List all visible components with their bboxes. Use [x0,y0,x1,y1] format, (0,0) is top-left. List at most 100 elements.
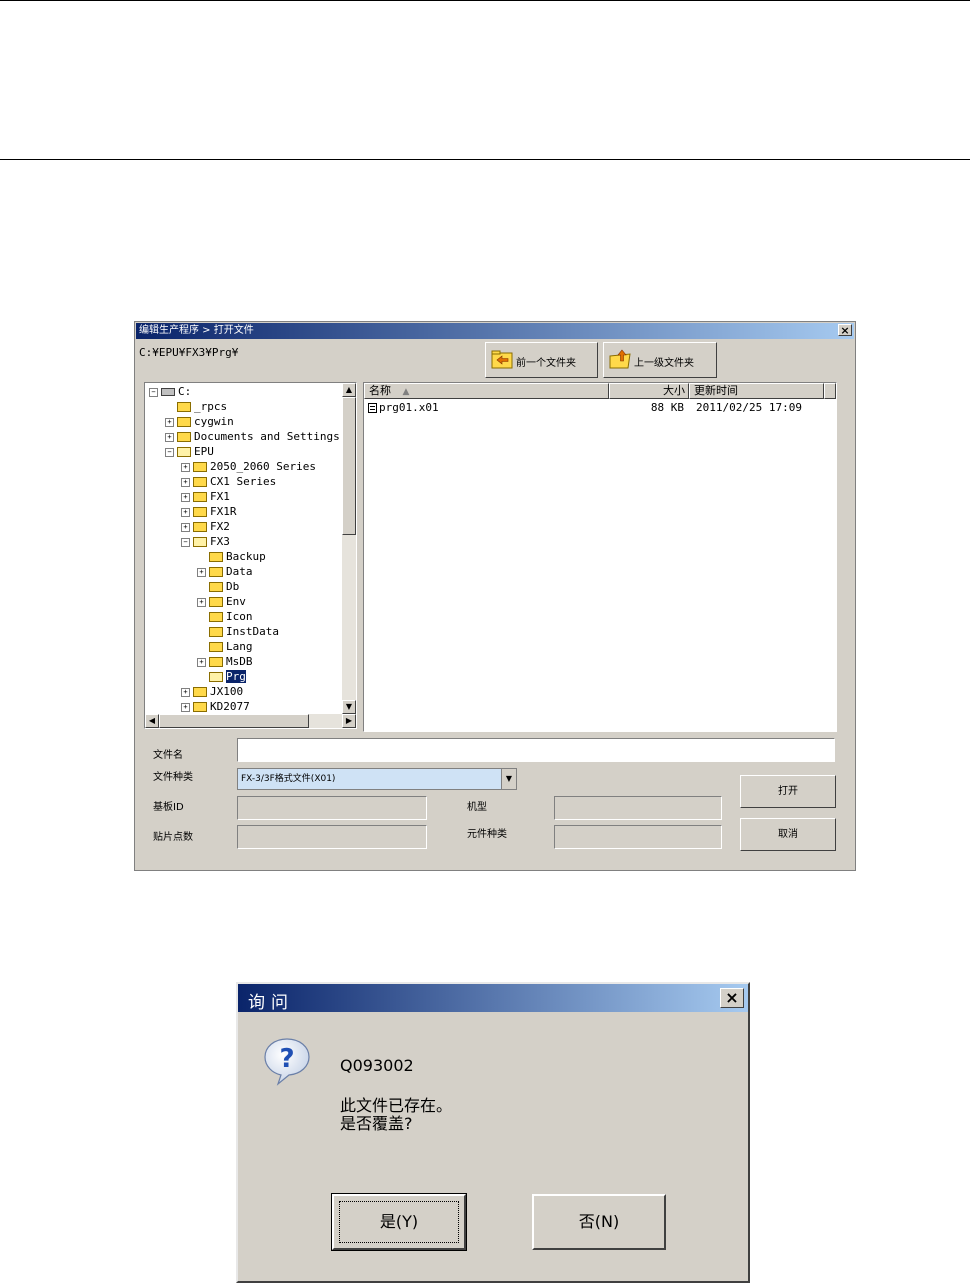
column-name-header[interactable]: 名称 ▲ [364,383,609,399]
board-id-label: 基板ID [153,802,184,813]
mount-count-label: 贴片点数 [153,832,193,843]
tree-node-label: CX1 Series [210,475,277,488]
open-button[interactable]: 打开 [740,775,836,808]
open-folder-icon [209,672,223,682]
drive-icon [161,388,175,396]
column-modified-header[interactable]: 更新时间 [689,383,824,399]
expand-icon[interactable]: + [165,433,174,442]
folder-icon [193,687,207,697]
message-code: Q093002 [340,1056,414,1075]
tree-node-label: MsDB [226,655,253,668]
collapse-icon[interactable]: − [165,448,174,457]
no-button-label: 否(N) [578,1212,620,1231]
filetype-value: FX-3/3F格式文件(X01) [241,774,336,784]
folder-icon [193,522,207,532]
expand-icon[interactable]: + [181,478,190,487]
folder-icon [209,567,223,577]
chevron-down-icon[interactable]: ▼ [501,769,516,789]
expand-icon[interactable]: + [181,463,190,472]
cancel-button[interactable]: 取消 [740,818,836,851]
file-list[interactable]: 名称 ▲ 大小 更新时间 prg01.x01 88 KB 2011/02/25 … [363,382,837,732]
top-rule [0,0,970,1]
tree-node-label: Icon [226,610,253,623]
expand-icon[interactable]: + [165,418,174,427]
expand-icon[interactable]: + [197,568,206,577]
header-rule [0,159,970,160]
open-folder-icon [177,447,191,457]
sort-ascending-icon: ▲ [402,387,410,397]
board-id-field [237,796,427,820]
tree-horizontal-scrollbar[interactable]: ◀ ▶ [145,714,356,728]
confirm-dialog-close-button[interactable]: × [720,988,744,1008]
tree-node-label: JX100 [210,685,244,698]
scroll-down-arrow[interactable]: ▼ [342,700,356,714]
scroll-up-arrow[interactable]: ▲ [342,383,356,397]
yes-button[interactable]: 是(Y) [331,1193,467,1251]
folder-icon [193,702,207,712]
column-size-header[interactable]: 大小 [609,383,689,399]
expand-icon[interactable]: + [181,508,190,517]
file-size: 88 KB [650,401,684,414]
column-size-label: 大小 [663,384,685,397]
collapse-icon[interactable]: − [149,388,158,397]
tree-node-label: FX3 [210,535,230,548]
confirm-dialog: 询问 × ? Q093002 此文件已存在。 是否覆盖? 是(Y) 否(N) [236,982,750,1283]
file-icon [368,403,377,413]
tree-node-label: Lang [226,640,253,653]
tree-scroll-thumb[interactable] [342,397,356,535]
tree-node-label: cygwin [194,415,234,428]
tree-node-label: FX1R [210,505,237,518]
no-button[interactable]: 否(N) [532,1194,666,1250]
expand-icon[interactable]: + [181,688,190,697]
filename-label: 文件名 [153,750,183,761]
tree-vertical-scrollbar[interactable]: ▲ ▼ [342,383,356,714]
tree-node-label: EPU [194,445,214,458]
folder-icon [209,642,223,652]
collapse-icon[interactable]: − [181,538,190,547]
tree-node-label: Documents and Settings [194,430,340,443]
folder-icon [209,597,223,607]
model-field [554,796,722,820]
folder-tree[interactable]: − C: _rpcs + cygwin + Documents and Settings − E… [144,382,357,729]
file-row[interactable]: prg01.x01 88 KB 2011/02/25 17:09 [366,401,834,415]
tree-node-label: FX2 [210,520,230,533]
tree-node-label: 2050_2060 Series [210,460,316,473]
back-folder-label: 前一个文件夹 [516,358,576,369]
scroll-left-arrow[interactable]: ◀ [145,714,159,728]
expand-icon[interactable]: + [181,523,190,532]
tree-node-label: _rpcs [194,400,228,413]
back-folder-button[interactable]: 前一个文件夹 [485,342,598,378]
confirm-dialog-title: 询问 [248,993,294,1013]
column-filler-header [824,383,836,399]
up-folder-icon [609,349,631,369]
open-file-dialog: 编辑生产程序 > 打开文件 × C:¥EPU¥FX3¥Prg¥ 前一个文件夹 上… [134,321,856,871]
file-modified: 2011/02/25 17:09 [696,401,802,414]
column-name-label: 名称 [369,384,391,397]
folder-icon [209,552,223,562]
open-dialog-titlebar: 编辑生产程序 > 打开文件 × [136,323,854,339]
tree-node-label: Env [226,595,246,608]
tree-hscroll-thumb[interactable] [159,714,309,728]
folder-icon [209,582,223,592]
folder-icon [177,402,191,412]
up-folder-label: 上一级文件夹 [634,358,694,369]
expand-icon[interactable]: + [197,658,206,667]
current-path: C:¥EPU¥FX3¥Prg¥ [139,346,239,359]
tree-node-label: Data [226,565,253,578]
folder-icon [193,477,207,487]
expand-icon[interactable]: + [181,703,190,712]
open-dialog-close-button[interactable]: × [838,324,852,336]
filetype-select[interactable]: FX-3/3F格式文件(X01) ▼ [237,768,517,790]
open-dialog-title: 编辑生产程序 > 打开文件 [139,325,254,336]
scroll-right-arrow[interactable]: ▶ [342,714,356,728]
tree-node-label: C: [178,385,192,398]
expand-icon[interactable]: + [197,598,206,607]
expand-icon[interactable]: + [181,493,190,502]
filename-input[interactable] [237,738,835,762]
folder-icon [193,462,207,472]
file-name: prg01.x01 [379,401,439,414]
up-folder-button[interactable]: 上一级文件夹 [603,342,717,378]
tree-node-label: Db [226,580,240,593]
tree-node-label: KD2077 [210,700,250,713]
folder-icon [193,492,207,502]
